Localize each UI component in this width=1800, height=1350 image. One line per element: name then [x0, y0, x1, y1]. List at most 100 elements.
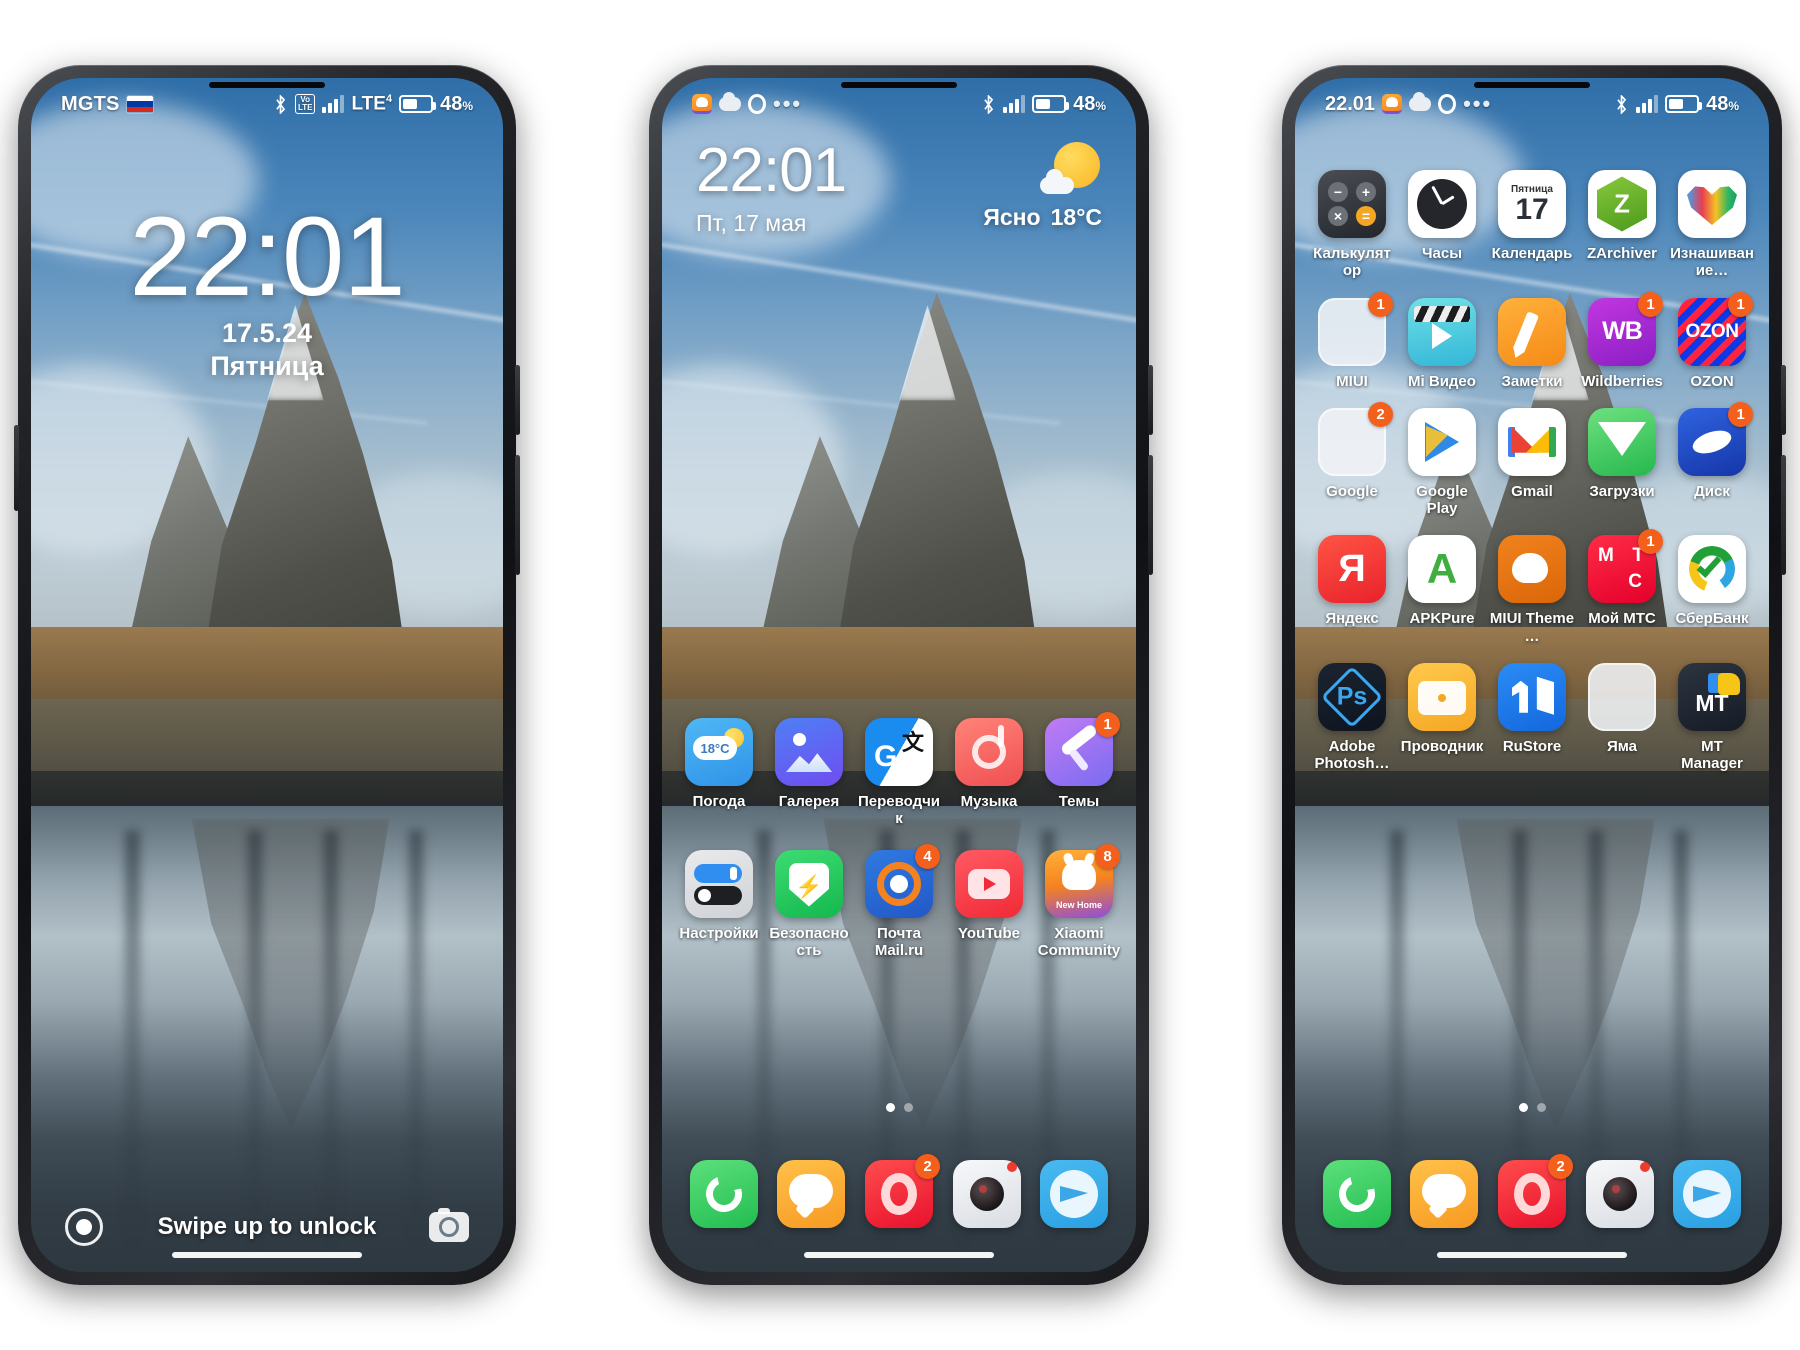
- page-dot-active[interactable]: [885, 1103, 895, 1112]
- app-mailru[interactable]: 4 Почта Mail.ru: [854, 843, 944, 960]
- dock-phone[interactable]: [1322, 1160, 1391, 1228]
- app-notes[interactable]: Заметки: [1487, 297, 1577, 390]
- dock-camera[interactable]: [1585, 1160, 1654, 1228]
- downloads-app-icon[interactable]: [1588, 407, 1656, 476]
- app-youtube[interactable]: YouTube: [944, 849, 1034, 960]
- telegram-app-icon[interactable]: [1040, 1160, 1109, 1228]
- app-mts[interactable]: МТС 1 Мой МТС: [1577, 529, 1667, 645]
- file-explorer-app-icon[interactable]: [1408, 662, 1476, 731]
- messages-app-icon[interactable]: [777, 1160, 846, 1228]
- phone3-power-button[interactable]: [1781, 455, 1786, 575]
- page-dot[interactable]: [1536, 1103, 1546, 1112]
- rustore-app-icon[interactable]: [1498, 662, 1566, 731]
- home-indicator[interactable]: [1437, 1252, 1627, 1258]
- gallery-app-icon[interactable]: [775, 718, 843, 786]
- home-indicator[interactable]: [804, 1252, 994, 1258]
- phone2-volume-button[interactable]: [1148, 365, 1153, 435]
- app-apkpure[interactable]: A APKPure: [1397, 535, 1487, 645]
- app-translate[interactable]: G文 Переводчик: [854, 718, 944, 828]
- page-indicator[interactable]: [662, 1103, 1136, 1112]
- app-music[interactable]: Музыка: [944, 718, 1034, 828]
- zarchiver-app-icon[interactable]: Z: [1588, 170, 1656, 238]
- dock-telegram[interactable]: [1673, 1160, 1742, 1228]
- phone3-volume-button[interactable]: [1781, 365, 1786, 435]
- dock-camera[interactable]: [952, 1160, 1021, 1228]
- settings-app-icon[interactable]: [685, 849, 753, 918]
- security-app-icon[interactable]: ⚡: [775, 849, 843, 918]
- phone1-volume-button[interactable]: [515, 365, 520, 435]
- clock-widget[interactable]: 22:01 Пт, 17 мая: [696, 140, 847, 237]
- app-miui-theme-editor[interactable]: MIUI Theme …: [1487, 535, 1577, 645]
- mt-manager-app-icon[interactable]: MT: [1678, 662, 1746, 731]
- weather-widget[interactable]: Ясно 18°C: [983, 140, 1102, 231]
- app-rustore[interactable]: RuStore: [1487, 662, 1577, 773]
- app-ozon[interactable]: OZON 1 OZON: [1667, 291, 1757, 390]
- app-weather[interactable]: 18°C Погода: [674, 718, 764, 828]
- gmail-app-icon[interactable]: [1498, 407, 1566, 476]
- clock-weather-widget[interactable]: 22:01 Пт, 17 мая Ясно 18°C: [662, 140, 1136, 237]
- app-file-explorer[interactable]: Проводник: [1397, 662, 1487, 773]
- app-disk[interactable]: 1 Диск: [1667, 401, 1757, 518]
- app-settings[interactable]: Настройки: [674, 849, 764, 960]
- miui-theme-editor-app-icon[interactable]: [1498, 535, 1566, 604]
- dock-phone[interactable]: [689, 1160, 758, 1228]
- phone1-left-button[interactable]: [14, 425, 19, 511]
- app-mt-manager[interactable]: MT MT Manager: [1667, 662, 1757, 773]
- app-calendar[interactable]: Пятница 17 Календарь: [1487, 170, 1577, 280]
- app-wildberries[interactable]: WB 1 Wildberries: [1577, 291, 1667, 390]
- page-dot-active[interactable]: [1518, 1103, 1528, 1112]
- app-themes[interactable]: 1 Темы: [1034, 712, 1124, 828]
- folder-google[interactable]: 2 Google: [1307, 401, 1397, 518]
- apkpure-app-icon[interactable]: A: [1408, 535, 1476, 604]
- app-google-play[interactable]: Google Play: [1397, 407, 1487, 518]
- weather-app-icon[interactable]: 18°C: [685, 718, 753, 786]
- yandex-app-icon[interactable]: Я: [1318, 535, 1386, 604]
- calendar-app-icon[interactable]: Пятница 17: [1498, 170, 1566, 238]
- youtube-app-icon[interactable]: [955, 849, 1023, 918]
- app-clock[interactable]: Часы: [1397, 170, 1487, 280]
- phone-app-icon[interactable]: [689, 1160, 758, 1228]
- dock-telegram[interactable]: [1040, 1160, 1109, 1228]
- notes-app-icon[interactable]: [1498, 297, 1566, 366]
- phone1-screen[interactable]: MGTS Vo LTE LTE4 48% 22:01 17.5.24 Пятни…: [31, 78, 503, 1272]
- dock-opera[interactable]: 2: [1497, 1154, 1573, 1228]
- home-indicator[interactable]: [172, 1252, 362, 1258]
- camera-shortcut-button[interactable]: [429, 1208, 469, 1242]
- app-gallery[interactable]: Галерея: [764, 718, 854, 828]
- app-wear[interactable]: Изнашивание…: [1667, 170, 1757, 280]
- app-security[interactable]: ⚡ Безопасность: [764, 849, 854, 960]
- phone-app-icon[interactable]: [1322, 1160, 1391, 1228]
- app-xiaomi-community[interactable]: New Home 8 Xiaomi Community: [1034, 843, 1124, 960]
- app-yandex[interactable]: Я Яндекс: [1307, 535, 1397, 645]
- messages-app-icon[interactable]: [1410, 1160, 1479, 1228]
- folder-yama[interactable]: Яма: [1577, 662, 1667, 773]
- music-app-icon[interactable]: [955, 718, 1023, 786]
- app-calculator[interactable]: − + × = Калькулятор: [1307, 170, 1397, 280]
- sberbank-app-icon[interactable]: [1678, 535, 1746, 604]
- wear-app-icon[interactable]: [1678, 170, 1746, 238]
- app-gmail[interactable]: Gmail: [1487, 407, 1577, 518]
- dock-messages[interactable]: [1410, 1160, 1479, 1228]
- app-sberbank[interactable]: СберБанк: [1667, 535, 1757, 645]
- mi-video-app-icon[interactable]: [1408, 297, 1476, 366]
- telegram-app-icon[interactable]: [1673, 1160, 1742, 1228]
- dock-messages[interactable]: [777, 1160, 846, 1228]
- google-play-app-icon[interactable]: [1408, 407, 1476, 476]
- yama-folder-icon[interactable]: [1588, 662, 1656, 731]
- translate-app-icon[interactable]: G文: [865, 718, 933, 786]
- app-mi-video[interactable]: Mi Видео: [1397, 297, 1487, 390]
- calculator-app-icon[interactable]: − + × =: [1318, 170, 1386, 238]
- page-dot[interactable]: [903, 1103, 913, 1112]
- phone2-power-button[interactable]: [1148, 455, 1153, 575]
- app-zarchiver[interactable]: Z ZArchiver: [1577, 170, 1667, 280]
- app-downloads[interactable]: Загрузки: [1577, 407, 1667, 518]
- folder-miui[interactable]: 1 MIUI: [1307, 291, 1397, 390]
- clock-app-icon[interactable]: [1408, 170, 1476, 238]
- phone3-screen[interactable]: 22.01 ••• 48% − + × = Калькулятор Часы П…: [1295, 78, 1769, 1272]
- phone1-power-button[interactable]: [515, 455, 520, 575]
- phone2-screen[interactable]: ••• 48% 22:01 Пт, 17 мая Ясно 18°C 18°C …: [662, 78, 1136, 1272]
- app-photoshop[interactable]: Ps Adobe Photosh…: [1307, 662, 1397, 773]
- adobe-photoshop-app-icon[interactable]: Ps: [1318, 662, 1386, 731]
- page-indicator[interactable]: [1295, 1103, 1769, 1112]
- dock-opera[interactable]: 2: [864, 1154, 940, 1228]
